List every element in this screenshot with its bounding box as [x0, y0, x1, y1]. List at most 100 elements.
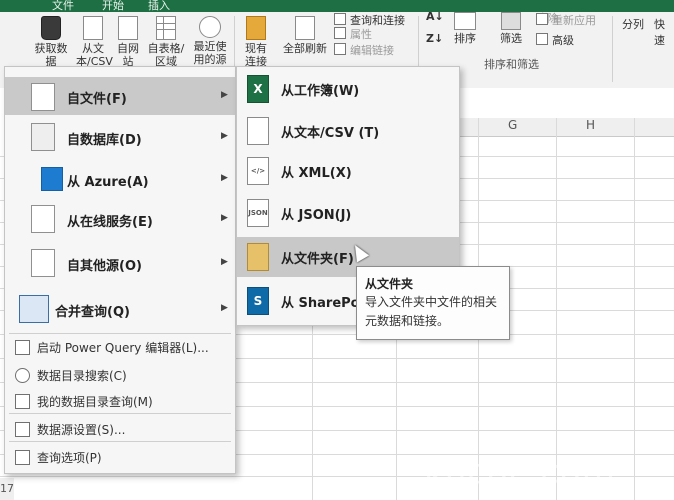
from-folder-tooltip: 从文件夹 导入文件夹中文件的相关元数据和链接。	[356, 266, 510, 340]
submenu-item-label: 从文本/CSV (T)	[281, 126, 380, 141]
get-data-button[interactable]: 获取数据	[30, 16, 72, 68]
menu-item-label: 合并查询(Q)	[55, 305, 130, 320]
excel-workbook-icon: X	[247, 75, 269, 103]
reapply-button[interactable]: 重新应用	[536, 12, 596, 28]
advanced-label: 高级	[552, 34, 574, 47]
sort-button[interactable]: 排序	[448, 12, 482, 45]
menu-item-from-other-sources[interactable]: 自其他源(O) ▶	[5, 243, 235, 283]
database-icon	[31, 123, 55, 151]
text-file-icon	[83, 16, 103, 40]
text-to-columns-button[interactable]: 分列	[622, 16, 644, 32]
menu-item-from-database[interactable]: 自数据库(D) ▶	[5, 117, 235, 157]
from-web-button[interactable]: 自网站	[114, 16, 142, 68]
ribbon-separator	[612, 16, 613, 82]
from-text-csv-button[interactable]: 从文本/CSV	[76, 16, 113, 68]
data-source-settings-icon	[15, 422, 30, 437]
watermark: khcoc.com	[424, 452, 616, 492]
submenu-item-label: 从 JSON(J)	[281, 208, 352, 223]
menu-item-from-file[interactable]: 自文件(F) ▶	[5, 77, 235, 115]
menu-item-from-azure[interactable]: 从 Azure(A) ▶	[5, 159, 235, 199]
submenu-item-label: 从 SharePoi	[281, 296, 365, 311]
sort-asc-button[interactable]: A↓	[426, 10, 444, 23]
database-icon	[41, 16, 61, 40]
from-text-csv-label: 从文本/CSV	[76, 42, 113, 68]
submenu-item-from-xml[interactable]: </> 从 XML(X)	[237, 151, 459, 191]
combine-queries-icon	[19, 295, 49, 323]
properties-label: 属性	[350, 28, 372, 41]
menu-separator	[9, 441, 231, 442]
clock-icon	[199, 16, 221, 38]
menu-item-label: 自其他源(O)	[67, 259, 142, 274]
tooltip-description: 导入文件夹中文件的相关元数据和链接。	[365, 295, 498, 328]
recent-sources-label: 最近使用的源	[193, 40, 227, 66]
sort-icon	[454, 12, 476, 30]
text-file-icon	[247, 117, 269, 145]
properties-icon	[334, 27, 346, 39]
submenu-arrow-icon: ▶	[221, 90, 228, 100]
funnel-icon	[501, 12, 521, 30]
sort-label: 排序	[454, 32, 476, 45]
submenu-arrow-icon: ▶	[221, 257, 228, 267]
file-icon	[31, 83, 55, 111]
tooltip-title: 从文件夹	[365, 277, 414, 291]
sort-filter-group-label: 排序和筛选	[484, 58, 539, 71]
row-header-17[interactable]: 17	[0, 478, 14, 500]
submenu-item-from-text-csv[interactable]: 从文本/CSV (T)	[237, 111, 459, 151]
web-icon	[118, 16, 138, 40]
menu-item-label: 自文件(F)	[67, 92, 127, 107]
folder-icon	[247, 243, 269, 271]
properties-button[interactable]: 属性	[334, 26, 372, 42]
connections-icon	[246, 16, 266, 40]
sharepoint-icon: S	[247, 287, 269, 315]
refresh-all-button[interactable]: 全部刷新	[278, 16, 332, 55]
menu-item-label: 自数据库(D)	[67, 133, 142, 148]
table-icon	[156, 16, 176, 40]
from-table-label: 自表格/区域	[147, 42, 185, 68]
advanced-filter-icon	[536, 33, 548, 45]
edit-links-button[interactable]: 编辑链接	[334, 42, 394, 58]
excel-window: 文件 开始 插入 获取数据 从文本/CSV 自网站 自表格/区域 最近使用的源 …	[0, 0, 674, 500]
filter-button[interactable]: 筛选	[494, 12, 528, 45]
menu-command-catalog-search[interactable]: 数据目录搜索(C)	[5, 363, 235, 387]
existing-connections-label: 现有连接	[245, 42, 267, 68]
menu-command-data-source-settings[interactable]: 数据源设置(S)...	[5, 417, 235, 441]
menu-command-my-catalog[interactable]: 我的数据目录查询(M)	[5, 389, 235, 413]
edit-links-icon	[334, 43, 346, 55]
queries-icon	[334, 13, 346, 25]
from-table-button[interactable]: 自表格/区域	[146, 16, 186, 68]
reapply-icon	[536, 13, 548, 25]
existing-connections-button[interactable]: 现有连接	[240, 16, 272, 68]
menu-command-power-query[interactable]: 启动 Power Query 编辑器(L)...	[5, 335, 235, 359]
azure-icon	[41, 167, 63, 191]
sort-desc-button[interactable]: Z↓	[426, 32, 443, 45]
menu-item-label: 从 Azure(A)	[67, 175, 149, 190]
submenu-item-label: 从文件夹(F)	[281, 252, 354, 267]
submenu-item-from-json[interactable]: JSON 从 JSON(J)	[237, 193, 459, 233]
menu-command-label: 我的数据目录查询(M)	[37, 395, 153, 409]
advanced-filter-button[interactable]: 高级	[536, 32, 574, 48]
power-query-icon	[15, 340, 30, 355]
menu-command-label: 查询选项(P)	[37, 451, 102, 465]
submenu-arrow-icon: ▶	[221, 213, 228, 223]
get-data-menu: 自文件(F) ▶ 自数据库(D) ▶ 从 Azure(A) ▶ 从在线服务(E)…	[4, 66, 236, 474]
menu-item-from-online-services[interactable]: 从在线服务(E) ▶	[5, 199, 235, 239]
submenu-item-label: 从 XML(X)	[281, 166, 352, 181]
from-web-label: 自网站	[117, 42, 139, 68]
other-source-icon	[31, 249, 55, 277]
menu-item-label: 从在线服务(E)	[67, 215, 153, 230]
menu-command-label: 数据目录搜索(C)	[37, 369, 127, 383]
menu-separator	[9, 413, 231, 414]
get-data-label: 获取数据	[34, 42, 68, 68]
column-header-g[interactable]: G	[508, 118, 517, 132]
refresh-all-label: 全部刷新	[283, 42, 327, 55]
menu-item-combine-queries[interactable]: 合并查询(Q) ▶	[5, 289, 235, 329]
submenu-item-from-workbook[interactable]: X 从工作簿(W)	[237, 69, 459, 109]
submenu-arrow-icon: ▶	[221, 173, 228, 183]
filter-label: 筛选	[500, 32, 522, 45]
edit-links-label: 编辑链接	[350, 44, 394, 57]
column-header-h[interactable]: H	[586, 118, 595, 132]
recent-sources-button[interactable]: 最近使用的源	[190, 16, 230, 66]
menu-command-query-options[interactable]: 查询选项(P)	[5, 445, 235, 469]
flash-fill-button[interactable]: 快速	[654, 16, 674, 48]
menu-command-label: 启动 Power Query 编辑器(L)...	[37, 341, 209, 355]
